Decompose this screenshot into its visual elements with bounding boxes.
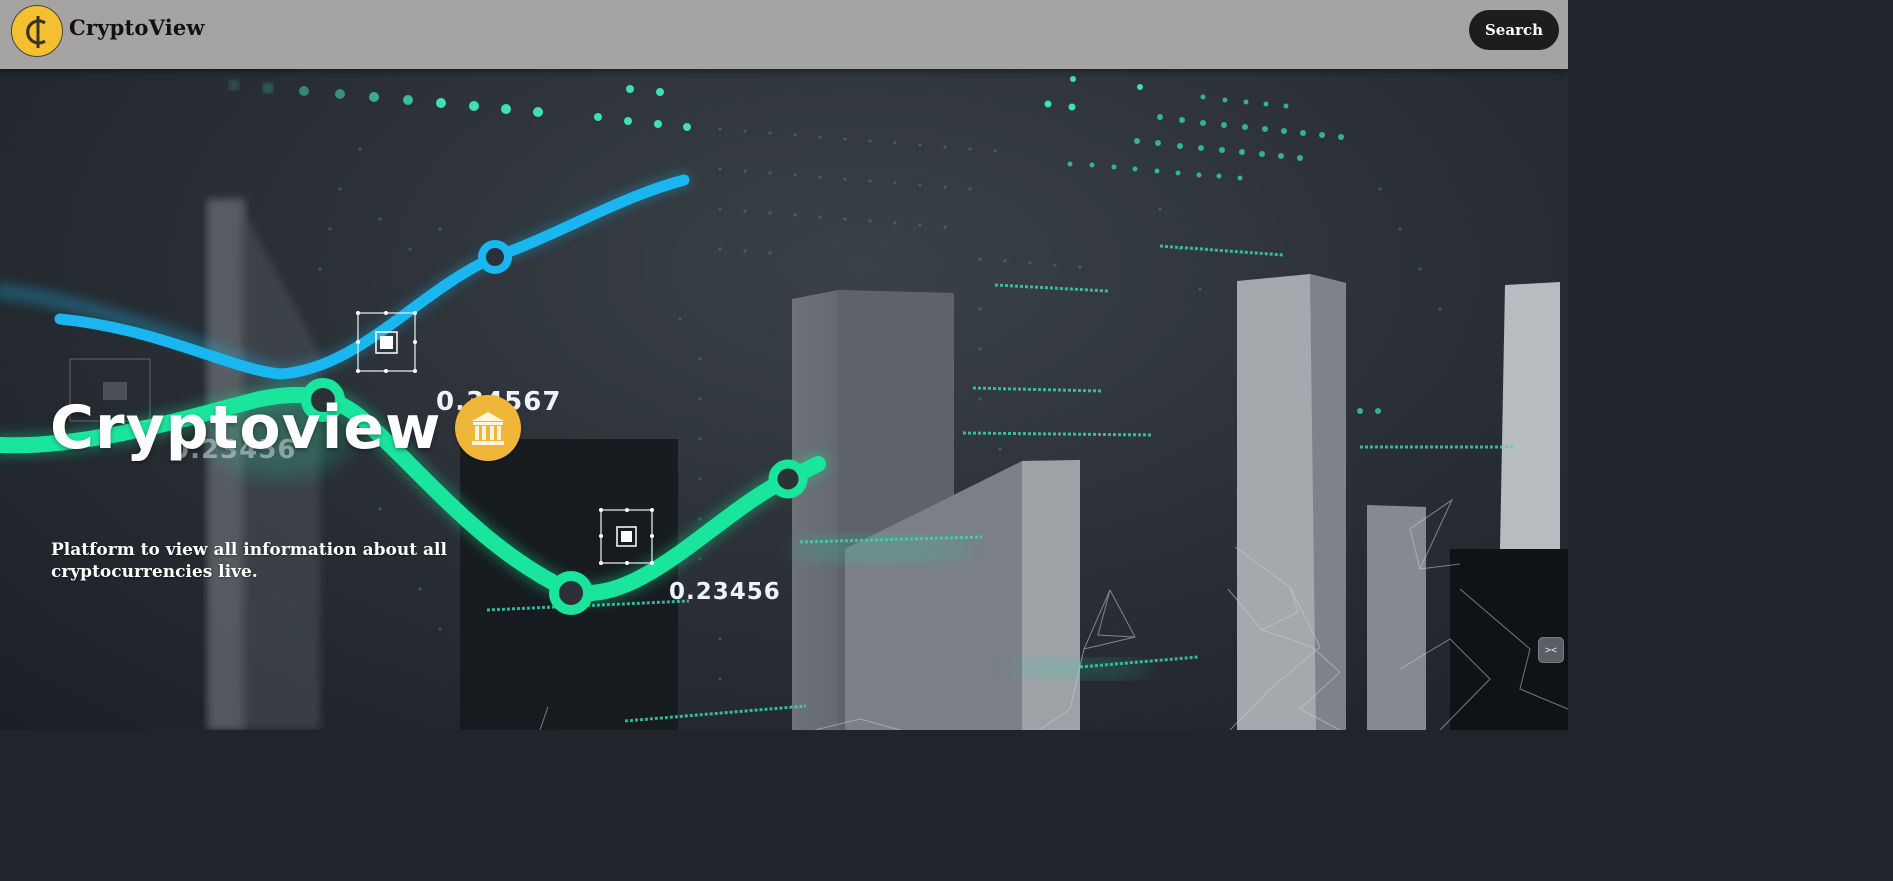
hero-title: Cryptoview <box>50 393 442 463</box>
top-navbar: CryptoView Search <box>0 0 1568 69</box>
bank-icon <box>455 395 522 461</box>
hero-banner: 0.34567 0.23456 0.23456 Cryptoview Platf… <box>0 69 1568 730</box>
brand-name[interactable]: CryptoView <box>69 15 205 40</box>
collapse-icon[interactable]: >< <box>1538 637 1564 663</box>
hero-title-row: Cryptoview <box>50 393 522 463</box>
hero-subtitle: Platform to view all information about a… <box>51 540 447 582</box>
logo-cedi-coin-icon[interactable] <box>11 5 63 57</box>
page: CryptoView Search 0.23456 0.23456 Crypto… <box>0 0 1568 730</box>
chart-value-label: 0.23456 <box>669 579 781 605</box>
search-button[interactable]: Search <box>1469 10 1559 50</box>
